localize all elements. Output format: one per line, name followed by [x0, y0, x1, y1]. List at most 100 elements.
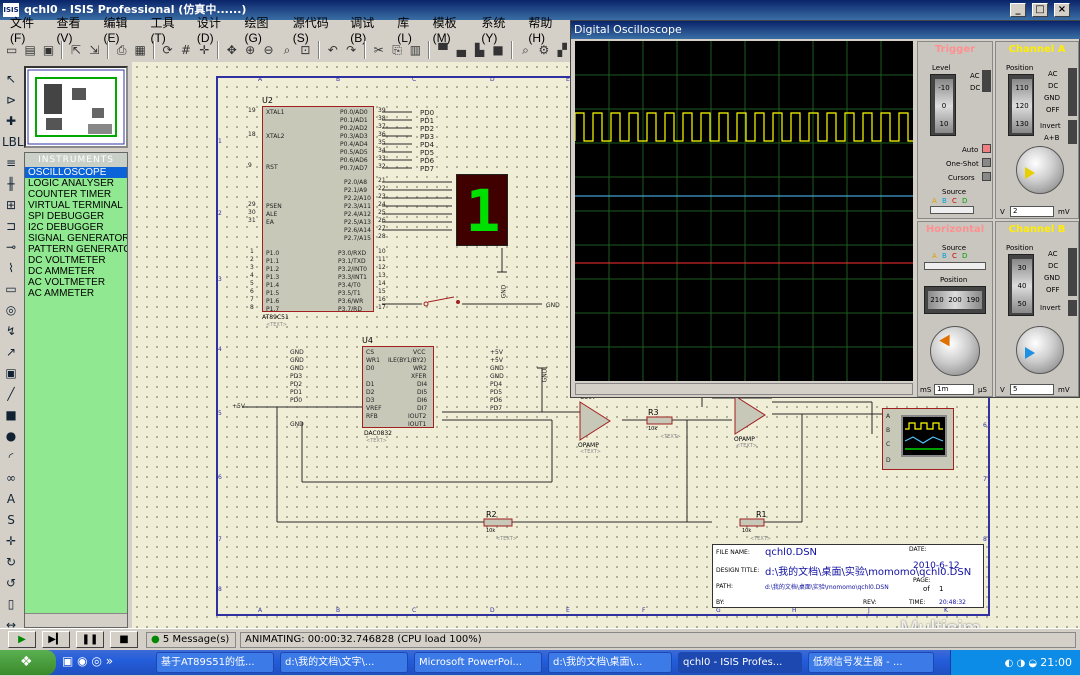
cut-icon[interactable]: ✂: [371, 42, 386, 58]
quick-launch-icon[interactable]: ◉: [77, 654, 87, 668]
quick-launch-icon[interactable]: ◎: [91, 654, 101, 668]
print-area-icon[interactable]: ▦: [132, 42, 147, 58]
component-mode-icon[interactable]: ⊳: [2, 91, 20, 109]
instrument-item-pattern-generator[interactable]: PATTERN GENERATOR: [25, 244, 127, 255]
current-probe-icon[interactable]: ↗: [2, 343, 20, 361]
horizontal-position-dial[interactable]: 210 200 190: [924, 286, 986, 314]
channel-a-volts-knob[interactable]: [1016, 146, 1064, 194]
zoom-area-icon[interactable]: ⊡: [298, 42, 313, 58]
horizontal-source-slider[interactable]: [924, 262, 986, 270]
grid-icon[interactable]: #: [178, 42, 193, 58]
block-copy-icon[interactable]: ▀: [435, 42, 450, 58]
generator-icon[interactable]: ◎: [2, 301, 20, 319]
minimize-button[interactable]: _: [1010, 3, 1026, 17]
circle-icon[interactable]: ●: [2, 427, 20, 445]
symbol-icon[interactable]: S: [2, 511, 20, 529]
tape-recorder-icon[interactable]: ▭: [2, 280, 20, 298]
paste-icon[interactable]: ▥: [408, 42, 423, 58]
pause-button[interactable]: ❚❚: [76, 631, 104, 648]
make-device-icon[interactable]: ⚙: [536, 42, 551, 58]
arc-icon[interactable]: ◜: [2, 448, 20, 466]
path-icon[interactable]: ∞: [2, 469, 20, 487]
task-button[interactable]: Microsoft PowerPoi...: [414, 652, 542, 673]
zoom-in-icon[interactable]: ⊕: [242, 42, 257, 58]
open-file-icon[interactable]: ▤: [22, 42, 37, 58]
play-button[interactable]: ▶: [8, 631, 36, 648]
instrument-item-oscilloscope[interactable]: OSCILLOSCOPE: [25, 167, 127, 178]
stop-button[interactable]: ■: [110, 631, 138, 648]
maximize-button[interactable]: □: [1032, 3, 1048, 17]
timebase-field[interactable]: 1m: [934, 384, 974, 395]
channel-b-volts-knob[interactable]: [1016, 326, 1064, 374]
channel-b-volts-field[interactable]: 5: [1010, 384, 1054, 395]
channel-a-coupling-switch[interactable]: [1068, 68, 1077, 116]
auto-button[interactable]: [982, 144, 991, 153]
block-move-icon[interactable]: ▄: [454, 42, 469, 58]
subcircuit-icon[interactable]: ⊞: [2, 196, 20, 214]
overview-window[interactable]: [24, 66, 128, 148]
instrument-item-logic-analyser[interactable]: LOGIC ANALYSER: [25, 178, 127, 189]
task-button[interactable]: 低频信号发生器 - ...: [808, 652, 934, 673]
save-icon[interactable]: ▣: [41, 42, 56, 58]
timebase-knob[interactable]: [930, 326, 980, 376]
wire-label-icon[interactable]: LBL: [2, 133, 24, 151]
zoom-out-icon[interactable]: ⊖: [261, 42, 276, 58]
bus-icon[interactable]: ╫: [2, 175, 20, 193]
channel-b-position-dial[interactable]: 30 40 50: [1008, 254, 1034, 316]
oscilloscope-instrument[interactable]: A B C D: [882, 408, 954, 470]
origin-icon[interactable]: ✛: [197, 42, 212, 58]
channel-b-invert-switch[interactable]: [1068, 300, 1077, 316]
voltage-probe-icon[interactable]: ↯: [2, 322, 20, 340]
instrument-item-dc-ammeter[interactable]: DC AMMETER: [25, 266, 127, 277]
channel-a-invert-switch[interactable]: [1068, 120, 1077, 144]
one-shot-button[interactable]: [982, 158, 991, 167]
seven-segment-display[interactable]: 1: [456, 174, 508, 246]
channel-a-position-dial[interactable]: 110 120 130: [1008, 74, 1034, 136]
rotate-ccw-icon[interactable]: ↺: [2, 574, 20, 592]
cursors-button[interactable]: [982, 172, 991, 181]
print-icon[interactable]: ⎙: [114, 42, 129, 58]
undo-icon[interactable]: ↶: [325, 42, 340, 58]
instruments-scrollbar[interactable]: [25, 613, 127, 627]
trigger-source-slider[interactable]: [930, 206, 974, 214]
virtual-instrument-icon[interactable]: ▣: [2, 364, 20, 382]
marker-icon[interactable]: ✛: [2, 532, 20, 550]
tray-icon[interactable]: ◐ ◑ ◒: [1005, 658, 1041, 669]
package-tool-icon[interactable]: ▞: [555, 42, 570, 58]
task-button[interactable]: 基于AT89S51的低...: [156, 652, 274, 673]
instrument-item-dc-voltmeter[interactable]: DC VOLTMETER: [25, 255, 127, 266]
step-button[interactable]: ▶▎: [42, 631, 70, 648]
import-icon[interactable]: ⇱: [68, 42, 83, 58]
rotate-cw-icon[interactable]: ↻: [2, 553, 20, 571]
pick-device-icon[interactable]: ⌕: [518, 42, 533, 58]
instrument-item-i2c-debugger[interactable]: I2C DEBUGGER: [25, 222, 127, 233]
rotation-angle-field[interactable]: ▯: [2, 595, 20, 613]
block-rotate-icon[interactable]: ▙: [472, 42, 487, 58]
graph-icon[interactable]: ⌇: [2, 259, 20, 277]
instrument-item-counter-timer[interactable]: COUNTER TIMER: [25, 189, 127, 200]
instrument-item-virtual-terminal[interactable]: VIRTUAL TERMINAL: [25, 200, 127, 211]
new-file-icon[interactable]: ▭: [4, 42, 19, 58]
text-script-icon[interactable]: ≡: [2, 154, 20, 172]
copy-icon[interactable]: ⎘: [389, 42, 404, 58]
channel-b-coupling-switch[interactable]: [1068, 248, 1077, 296]
redraw-icon[interactable]: ⟳: [160, 42, 175, 58]
instrument-item-signal-generator[interactable]: SIGNAL GENERATOR: [25, 233, 127, 244]
instrument-item-spi-debugger[interactable]: SPI DEBUGGER: [25, 211, 127, 222]
instrument-item-ac-voltmeter[interactable]: AC VOLTMETER: [25, 277, 127, 288]
terminal-icon[interactable]: ⊐: [2, 217, 20, 235]
task-button[interactable]: qchl0 - ISIS Profes...: [678, 652, 802, 673]
start-button[interactable]: ❖: [0, 650, 56, 675]
pan-icon[interactable]: ✥: [224, 42, 239, 58]
channel-a-volts-field[interactable]: 2: [1010, 206, 1054, 217]
selection-mode-icon[interactable]: ↖: [2, 70, 20, 88]
line-icon[interactable]: ╱: [2, 385, 20, 403]
export-icon[interactable]: ⇲: [87, 42, 102, 58]
task-button[interactable]: d:\我的文档\文字\...: [280, 652, 408, 673]
close-button[interactable]: ×: [1054, 3, 1070, 17]
messages-panel[interactable]: ● 5 Message(s): [146, 632, 236, 648]
instrument-item-ac-ammeter[interactable]: AC AMMETER: [25, 288, 127, 299]
quick-launch-overflow-icon[interactable]: »: [106, 654, 113, 668]
oscilloscope-scrollbar[interactable]: [575, 383, 913, 395]
task-button[interactable]: d:\我的文档\桌面\...: [548, 652, 672, 673]
